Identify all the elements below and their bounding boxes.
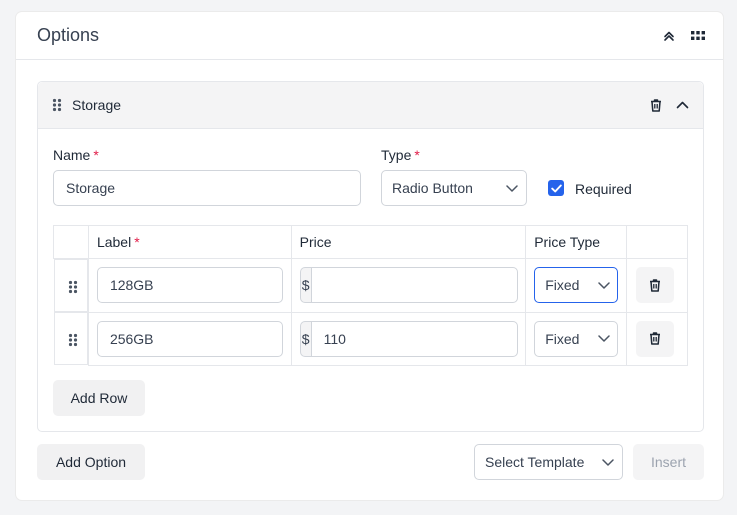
row-price-input[interactable] [310,267,518,303]
chevron-down-icon [506,184,518,192]
drag-handle-icon[interactable] [68,333,78,347]
row-label-input[interactable] [96,320,283,357]
currency-prefix: $ [299,320,311,357]
drag-handle-icon[interactable] [68,280,78,294]
currency-prefix: $ [299,267,311,303]
row-actions-cell [626,258,688,313]
select-template-dropdown[interactable]: Select Template [474,444,623,480]
row-label-input[interactable] [96,267,283,303]
option-panel-header: Storage [38,82,703,129]
row-price-cell: $ [290,258,527,313]
drag-handle-icon[interactable] [52,98,62,112]
chevron-down-icon [598,335,610,342]
chevron-down-icon [598,281,610,289]
add-option-button[interactable]: Add Option [37,444,145,480]
row-label-cell [87,258,292,313]
collapse-all-icon[interactable] [663,30,675,42]
row-label-cell [87,311,292,366]
table-header-row: Label * Price Price Type [53,225,688,259]
insert-button[interactable]: Insert [633,444,704,480]
card-header: Options [16,12,723,60]
price-type-value: Fixed [545,277,580,293]
row-price-type-cell: Fixed [525,311,628,366]
row-price-type-cell: Fixed [525,258,628,313]
chevron-down-icon [602,458,614,466]
price-type-select[interactable]: Fixed [534,320,619,357]
required-checkbox[interactable] [548,180,564,196]
row-drag-cell [53,312,88,365]
price-type-value: Fixed [545,330,580,347]
required-label: Required [575,181,632,197]
type-select-value: Radio Button [392,180,473,196]
chevron-up-icon[interactable] [676,101,689,109]
price-column-header: Price [290,225,527,259]
options-card: Options Storage Name * Storage Type * Ra… [16,12,723,500]
price-type-column-header: Price Type [525,225,628,259]
type-select[interactable]: Radio Button [381,170,527,206]
option-panel-storage: Storage Name* Type* Radio Button Require [37,81,704,432]
type-label: Type * [381,147,420,163]
price-type-select[interactable]: Fixed [534,267,619,303]
price-input-group: $ [299,267,518,303]
header-actions [663,30,705,42]
trash-icon [649,278,661,292]
option-title: Storage [72,97,122,113]
drag-column-header [53,225,89,259]
delete-row-button[interactable] [636,320,675,357]
name-input[interactable] [53,170,361,206]
table-row: $ Fixed [53,311,688,366]
actions-column-header [626,225,688,259]
row-price-input[interactable] [310,320,518,357]
price-input-group: $ [299,320,518,357]
table-row: $ Fixed [53,258,688,313]
option-rows-table: Label * Price Price Type 128GB $ Fixed 2… [53,225,688,366]
row-actions-cell [626,311,688,366]
grid-view-icon[interactable] [691,30,705,41]
label-column-header: Label * [87,225,292,259]
add-row-button[interactable]: Add Row [53,380,145,416]
name-label: Name * [53,147,99,163]
trash-icon[interactable] [650,98,662,112]
row-price-cell: $ [290,311,527,366]
select-template-value: Select Template [485,454,585,470]
trash-icon [649,332,661,345]
delete-row-button[interactable] [636,267,675,303]
card-title: Options [37,25,100,45]
row-drag-cell [53,259,88,312]
